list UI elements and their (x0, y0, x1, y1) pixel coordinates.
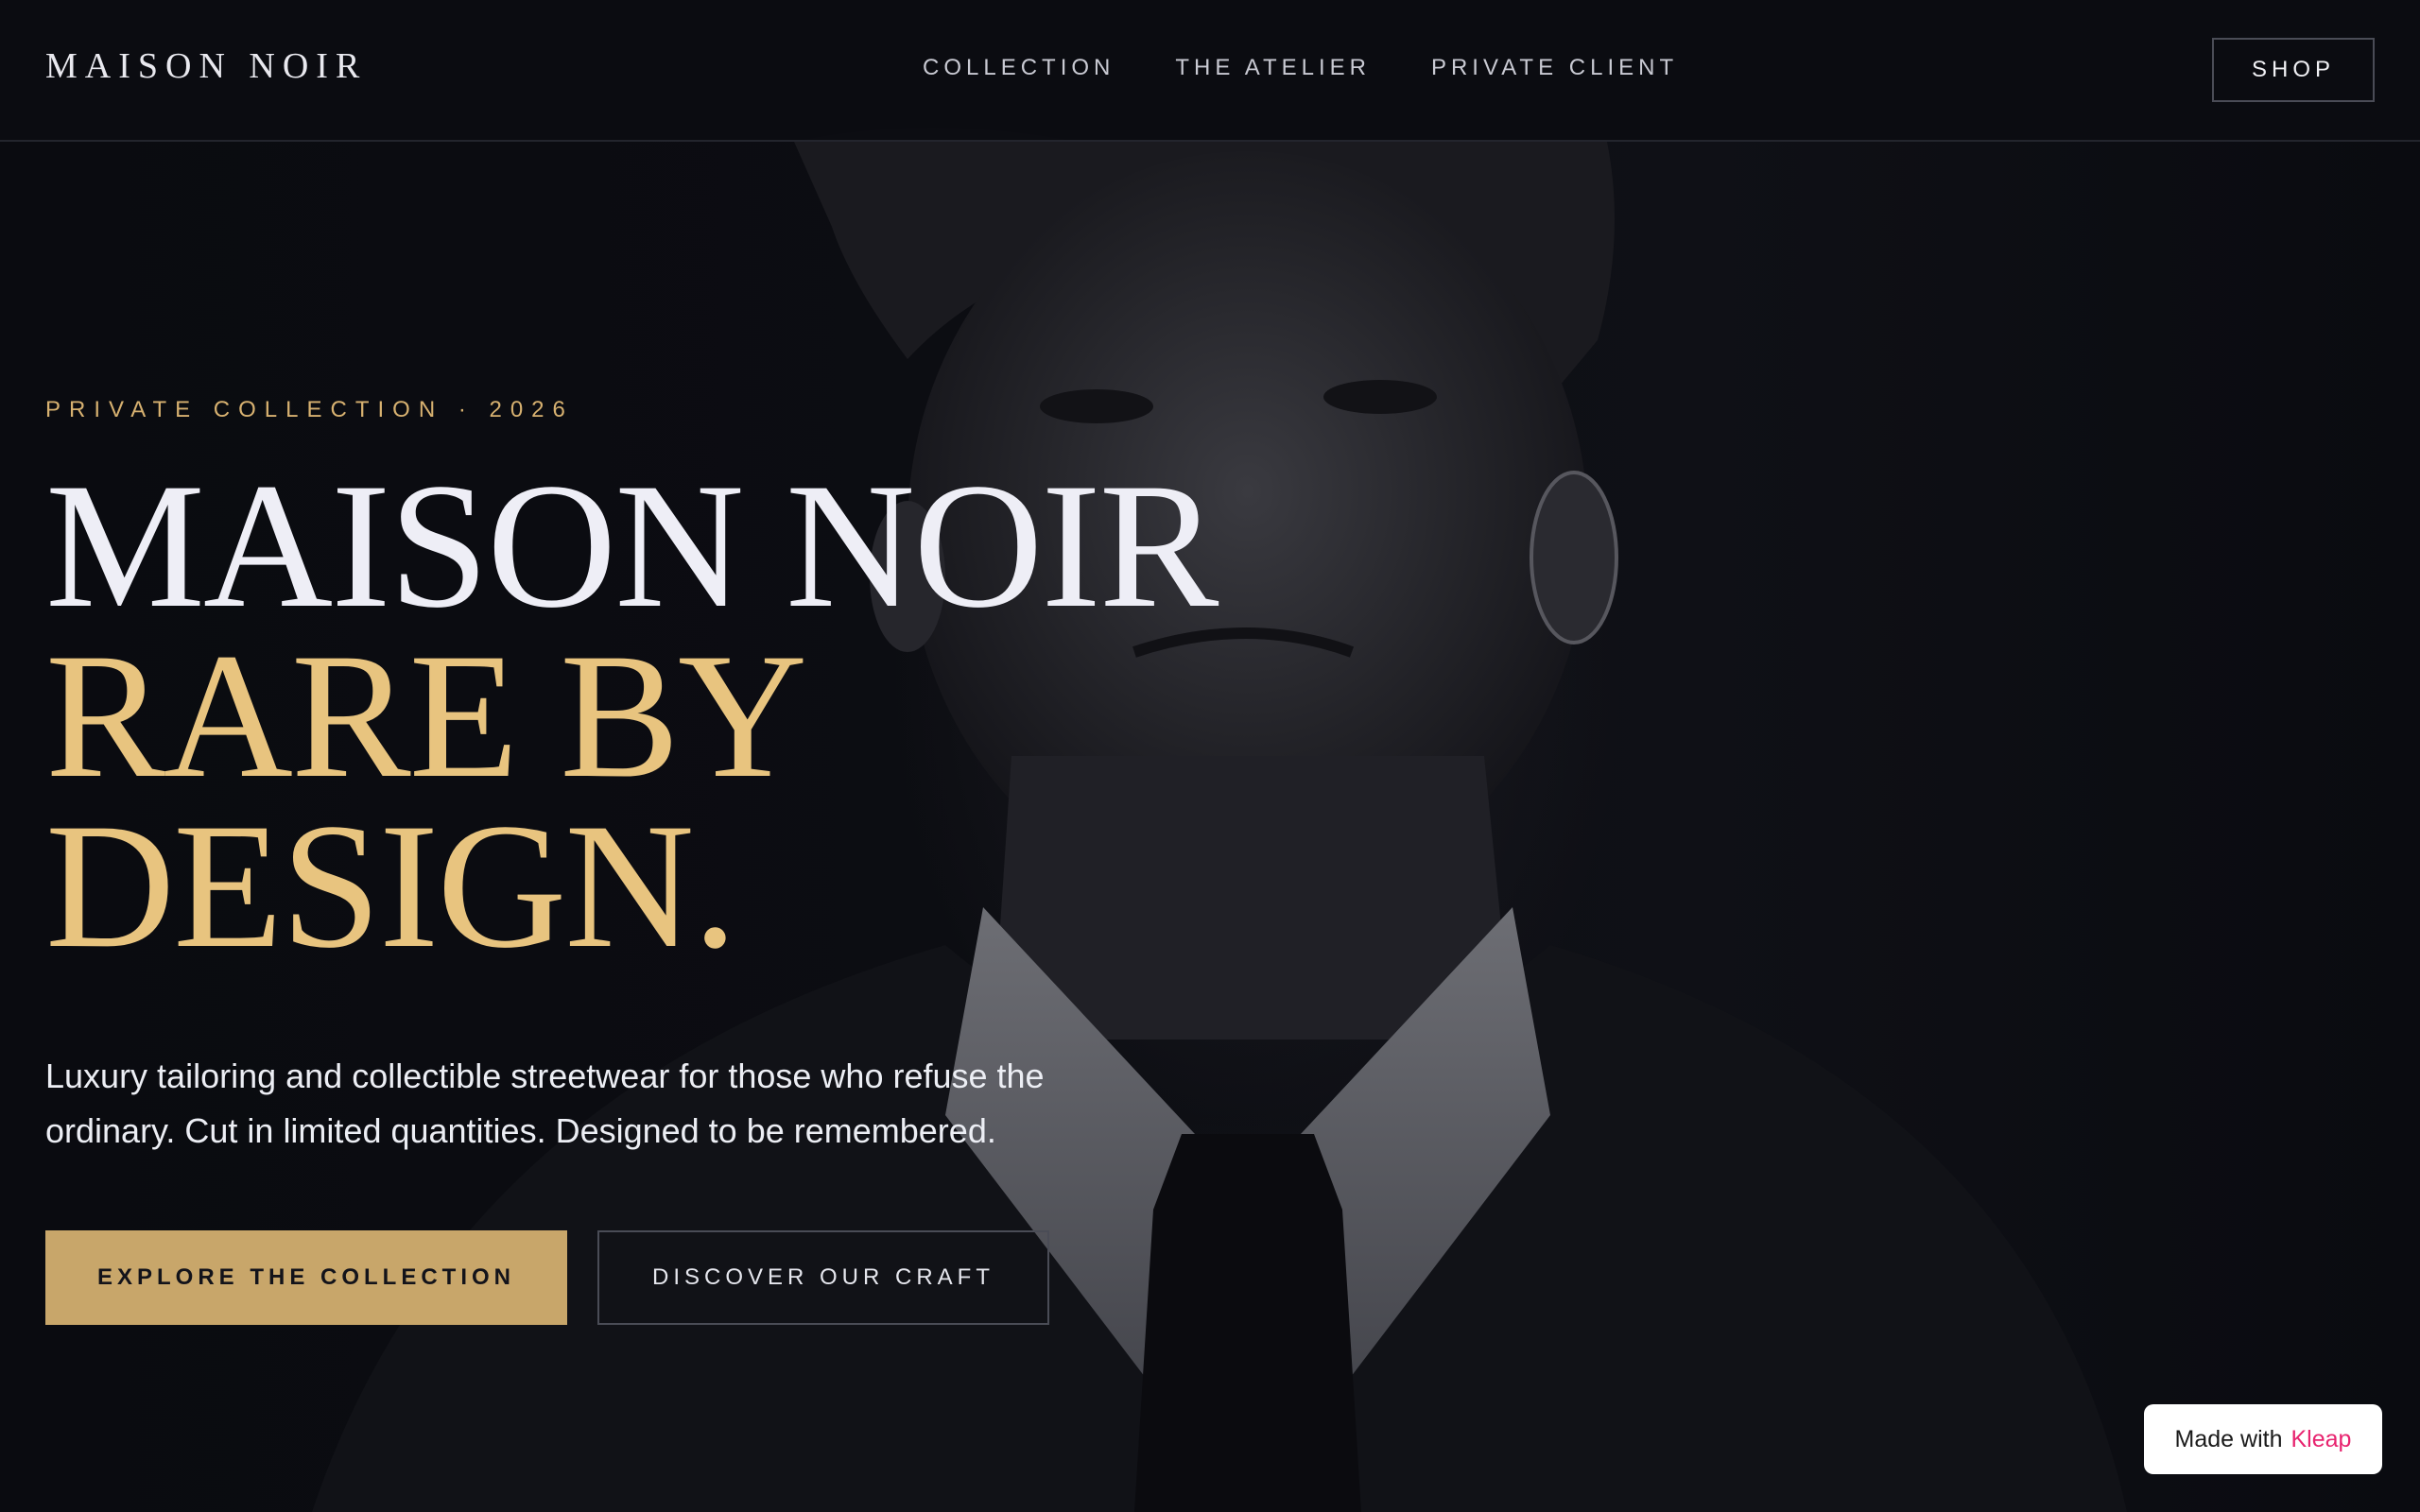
headline-line-2: RARE BY (45, 617, 807, 816)
nav-link-collection[interactable]: COLLECTION (923, 55, 1115, 81)
shop-button[interactable]: SHOP (2212, 38, 2375, 102)
badge-prefix: Made with (2174, 1425, 2283, 1452)
explore-collection-button[interactable]: EXPLORE THE COLLECTION (45, 1230, 567, 1325)
nav-link-private-client[interactable]: PRIVATE CLIENT (1431, 55, 1678, 81)
hero-headline: MAISON NOIR RARE BY DESIGN. (45, 447, 1219, 986)
hero-description: Luxury tailoring and collectible streetw… (45, 1057, 1045, 1150)
hero-section: PRIVATE COLLECTION · 2026 MAISON NOIR RA… (45, 397, 1219, 1325)
made-with-kleap-badge[interactable]: Made with Kleap (2144, 1404, 2382, 1474)
top-navigation: MAISON NOIR COLLECTION THE ATELIER PRIVA… (0, 0, 2420, 142)
nav-link-the-atelier[interactable]: THE ATELIER (1175, 55, 1371, 81)
headline-line-3: DESIGN. (45, 787, 737, 986)
cta-row: EXPLORE THE COLLECTION DISCOVER OUR CRAF… (45, 1230, 1217, 1325)
discover-craft-button[interactable]: DISCOVER OUR CRAFT (597, 1230, 1049, 1325)
badge-brand: Kleap (2290, 1425, 2352, 1452)
hero-eyebrow: PRIVATE COLLECTION · 2026 (45, 397, 574, 422)
headline-line-1: MAISON NOIR (45, 447, 1219, 645)
nav-links: COLLECTION THE ATELIER PRIVATE CLIENT (923, 55, 1678, 81)
brand-logo[interactable]: MAISON NOIR (45, 45, 367, 87)
landing-page: MAISON NOIR COLLECTION THE ATELIER PRIVA… (0, 0, 2420, 1512)
